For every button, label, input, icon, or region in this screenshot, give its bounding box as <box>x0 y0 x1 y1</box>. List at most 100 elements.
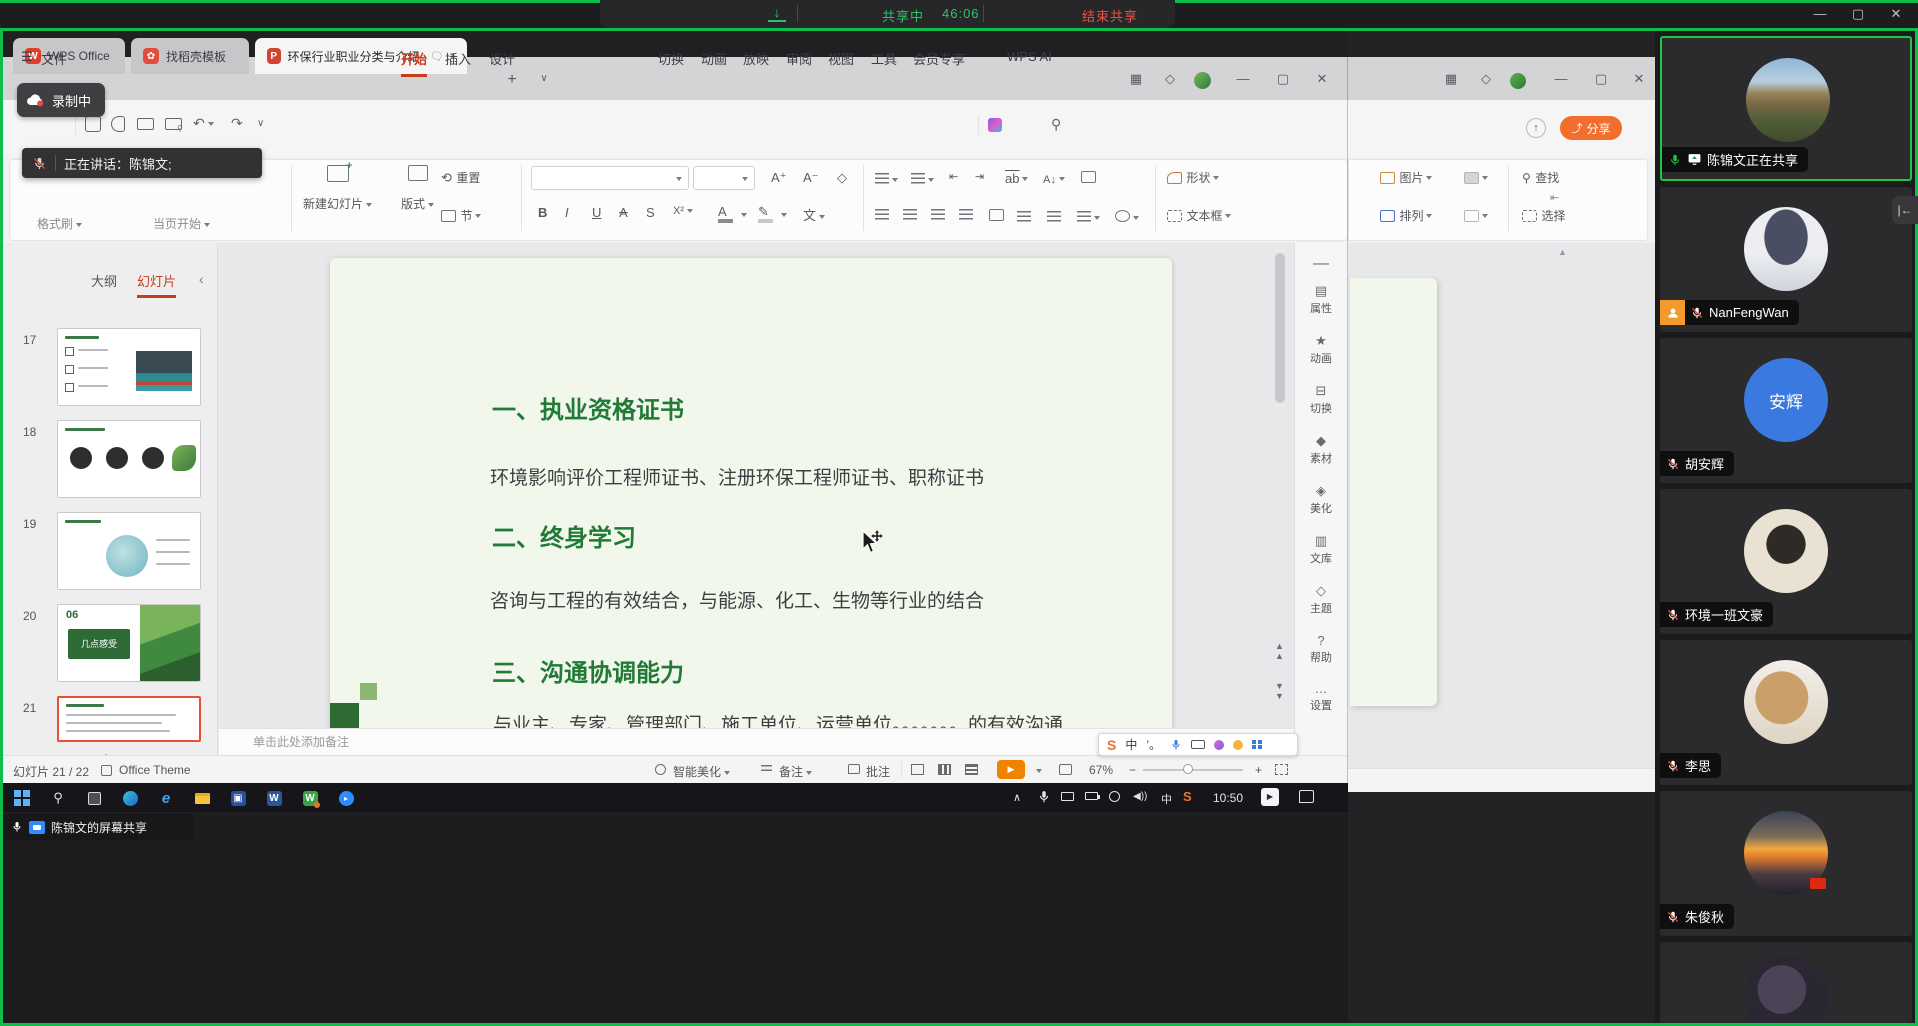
fullscreen-icon[interactable] <box>1275 764 1288 775</box>
play-options-dropdown[interactable] <box>1036 769 1042 773</box>
distribute-icon[interactable] <box>989 209 1004 221</box>
italic-button[interactable]: I <box>565 205 569 220</box>
slide-thumb-17[interactable] <box>57 328 201 406</box>
ime-punctuation[interactable]: ’。 <box>1146 736 1161 753</box>
vertical-scrollbar[interactable] <box>1275 253 1285 403</box>
tray-monitor-icon[interactable] <box>1061 792 1074 801</box>
rail-collapse[interactable]: — <box>1294 255 1348 273</box>
textbox-button[interactable]: 文本框 <box>1167 207 1231 225</box>
new-slide-button[interactable]: + 新建幻灯片 <box>303 165 372 212</box>
rail-library[interactable]: ▥文库 <box>1294 533 1348 566</box>
section-button[interactable]: 节 <box>441 207 481 225</box>
rail-animation[interactable]: ★动画 <box>1294 333 1348 366</box>
fit-window-icon[interactable] <box>1059 764 1072 775</box>
bg-docer-icon[interactable]: ◇ <box>1475 71 1497 87</box>
tray-mic-icon[interactable] <box>1037 790 1051 804</box>
meeting-maximize-button[interactable]: ▢ <box>1843 2 1873 26</box>
text-direction-button[interactable]: ab <box>1005 170 1028 188</box>
participant-tile[interactable]: NanFengWan <box>1660 187 1912 332</box>
normal-view-icon[interactable] <box>911 764 924 775</box>
rail-help[interactable]: ?帮助 <box>1294 633 1348 665</box>
bg-share-button[interactable]: ⤴分享 <box>1560 116 1622 140</box>
ide-app-icon[interactable]: ▣ <box>227 787 249 809</box>
minimize-button[interactable]: — <box>1232 71 1254 86</box>
zoom-slider-track[interactable] <box>1143 769 1243 771</box>
decrease-font-icon[interactable]: A⁻ <box>803 170 819 186</box>
more-commands-icon[interactable]: ∨ <box>257 118 264 129</box>
menu-search-icon[interactable]: ⚲ <box>1051 116 1061 133</box>
notification-center-icon[interactable] <box>1299 790 1314 803</box>
tab-comment-icon[interactable]: 🗨 <box>430 50 444 63</box>
participant-tile[interactable]: 安辉 胡安辉 <box>1660 338 1912 483</box>
download-icon[interactable]: ↓ <box>768 4 786 22</box>
increase-indent-icon[interactable]: ⇥ <box>975 170 984 183</box>
menu-slideshow[interactable]: 放映 <box>743 49 769 68</box>
strike-button[interactable]: A <box>619 205 628 220</box>
media-play-tray-icon[interactable]: ▶ <box>1261 788 1279 806</box>
slide-thumb-21-selected[interactable] <box>57 696 201 742</box>
workspace-grid-icon[interactable]: ▦ <box>1125 71 1147 87</box>
rail-properties[interactable]: ▤属性 <box>1294 283 1348 316</box>
sogou-tray-icon[interactable]: S <box>1183 789 1192 804</box>
notes-button[interactable]: 备注 <box>779 763 812 780</box>
numbered-list-button[interactable] <box>911 171 934 189</box>
participant-tile-clipped[interactable] <box>1660 942 1912 1023</box>
save-icon[interactable] <box>85 116 101 132</box>
superscript-button[interactable]: X² <box>673 205 693 217</box>
toolbox-grid-icon[interactable] <box>1252 740 1262 750</box>
bg-minimize-button[interactable]: — <box>1550 71 1572 86</box>
shape-button[interactable]: 形状 <box>1167 169 1219 187</box>
arrange-button[interactable]: 排列 <box>1380 207 1432 225</box>
meeting-minimize-button[interactable]: — <box>1805 2 1835 26</box>
spacing-options-button[interactable] <box>1077 209 1100 227</box>
rail-settings[interactable]: …设置 <box>1294 681 1348 713</box>
new-tab-button[interactable]: + <box>501 71 523 89</box>
phonetic-button[interactable]: 文 <box>803 205 825 224</box>
menu-file[interactable]: 文件 <box>41 49 67 68</box>
bg-workspace-grid-icon[interactable]: ▦ <box>1440 71 1462 87</box>
menu-insert[interactable]: 插入 <box>445 49 471 68</box>
voice-input-icon[interactable] <box>1170 739 1182 751</box>
outline-color-button[interactable] <box>1464 207 1488 225</box>
reading-view-icon[interactable] <box>965 764 978 775</box>
word-icon[interactable]: W <box>263 787 285 809</box>
menu-animation[interactable]: 动画 <box>701 49 727 68</box>
menu-review[interactable]: 审阅 <box>786 49 812 68</box>
bg-scroll-arrow[interactable]: ▲ <box>1558 247 1567 257</box>
picture-button[interactable]: 图片 <box>1380 169 1432 187</box>
justify-icon[interactable] <box>959 209 973 220</box>
tray-network-icon[interactable] <box>1109 791 1120 802</box>
vertical-text-button[interactable]: A↓ <box>1043 170 1065 188</box>
menu-transition[interactable]: 切换 <box>658 49 684 68</box>
tab-list-button[interactable]: ∨ <box>533 73 555 84</box>
align-left-icon[interactable] <box>875 209 889 220</box>
align-center-icon[interactable] <box>903 209 917 220</box>
bg-maximize-button[interactable]: ▢ <box>1590 71 1612 87</box>
file-explorer-icon[interactable] <box>191 787 213 809</box>
rail-material[interactable]: ◆素材 <box>1294 433 1348 466</box>
print-preview-icon[interactable]: ⚲ <box>165 118 182 130</box>
zoom-in-button[interactable]: + <box>1255 763 1262 777</box>
menu-view[interactable]: 视图 <box>828 49 854 68</box>
participant-tile[interactable]: 李思 <box>1660 640 1912 785</box>
align-right-icon[interactable] <box>931 209 945 220</box>
zoom-percent[interactable]: 67% <box>1089 763 1113 777</box>
tray-expand-icon[interactable]: ∧ <box>1013 791 1021 804</box>
rail-theme[interactable]: ◇主题 <box>1294 583 1348 616</box>
bg-close-button[interactable]: ✕ <box>1628 71 1650 87</box>
highlight-button[interactable]: ✎ <box>758 203 773 223</box>
zoom-out-button[interactable]: − <box>1129 763 1136 777</box>
select-button[interactable]: 选择 <box>1522 207 1565 225</box>
stop-sharing-button[interactable]: 结束共享 <box>1082 6 1138 25</box>
maximize-button[interactable]: ▢ <box>1272 71 1294 87</box>
menu-home[interactable]: 开始 <box>401 49 427 77</box>
meeting-close-button[interactable]: ✕ <box>1881 2 1911 26</box>
export-icon[interactable] <box>111 116 125 132</box>
print-icon[interactable] <box>137 118 154 130</box>
skin-icon[interactable] <box>1214 740 1224 750</box>
highlight-dropdown[interactable] <box>781 213 787 217</box>
tab-outline[interactable]: 大纲 <box>91 271 117 290</box>
slide-sorter-icon[interactable] <box>938 764 951 775</box>
font-name-select[interactable] <box>531 166 689 190</box>
format-painter-button[interactable]: 格式刷 <box>37 215 82 232</box>
